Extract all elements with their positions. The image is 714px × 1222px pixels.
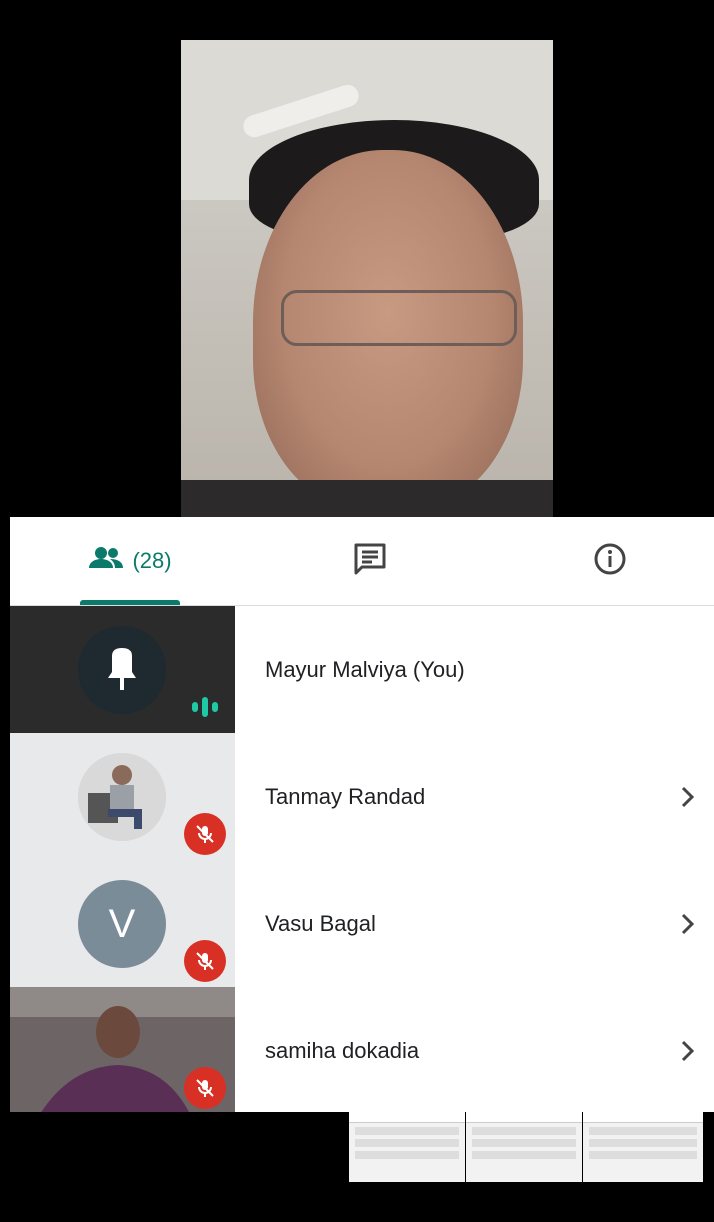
avatar <box>78 626 166 714</box>
chevron-right-icon[interactable] <box>680 733 696 860</box>
active-speaker-video[interactable] <box>181 40 553 517</box>
tab-info[interactable] <box>570 517 650 605</box>
speaker-shirt <box>181 480 553 517</box>
participant-row[interactable]: Tanmay Randad <box>10 733 714 860</box>
bell-avatar-image <box>78 626 166 714</box>
thumbnail-preview <box>349 1112 465 1182</box>
participant-thumbnail <box>10 987 235 1114</box>
tab-people[interactable]: (28) <box>70 517 190 605</box>
sidebar-tabs: (28) <box>10 517 714 606</box>
main-video-area <box>0 0 714 517</box>
speaker-glasses <box>281 290 517 346</box>
thumbnail-preview <box>466 1112 582 1182</box>
avatar <box>78 753 166 841</box>
mic-off-icon <box>184 940 226 982</box>
participant-thumbnail <box>10 606 235 733</box>
chevron-right-icon[interactable] <box>680 987 696 1114</box>
avatar: V <box>78 880 166 968</box>
mic-off-icon <box>184 813 226 855</box>
thumbnail-preview <box>583 1112 703 1182</box>
speaking-indicator-icon <box>190 694 226 723</box>
participant-row[interactable]: Mayur Malviya (You) <box>10 606 714 733</box>
photo-avatar-image <box>78 753 166 841</box>
participant-thumbnail: V <box>10 860 235 987</box>
mic-off-icon <box>184 1067 226 1109</box>
people-count: (28) <box>132 548 172 573</box>
participant-row[interactable]: V Vasu Bagal <box>10 860 714 987</box>
chat-icon <box>352 541 388 582</box>
info-icon <box>593 542 627 581</box>
participants-list: Mayur Malviya (You) Tanmay Randad V Vasu… <box>10 606 714 1114</box>
participant-name: samiha dokadia <box>265 1037 420 1063</box>
participant-row[interactable]: samiha dokadia <box>10 987 714 1114</box>
participant-name: Mayur Malviya (You) <box>265 656 465 682</box>
chevron-right-icon[interactable] <box>680 860 696 987</box>
people-icon <box>88 546 124 576</box>
participant-thumbnail <box>10 733 235 860</box>
participant-name: Vasu Bagal <box>265 910 376 936</box>
active-tab-indicator <box>80 600 180 605</box>
participant-name: Tanmay Randad <box>265 783 426 809</box>
tab-chat[interactable] <box>330 517 410 605</box>
